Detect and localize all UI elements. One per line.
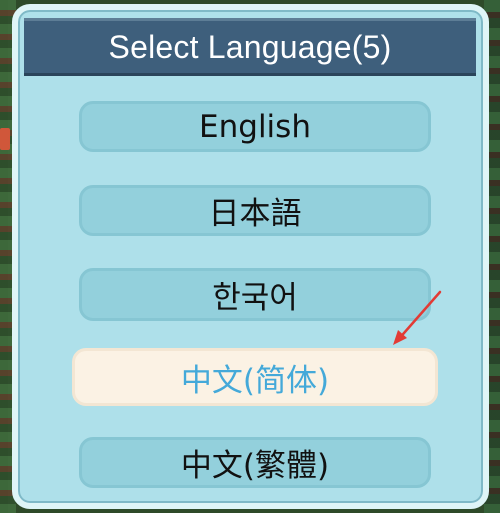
- game-scene: Select Language(5) English 日本語 한국어 中文(简体…: [0, 0, 500, 513]
- language-list: English 日本語 한국어 中文(简体) 中文(繁體): [0, 0, 500, 513]
- language-option-korean[interactable]: 한국어: [79, 268, 431, 321]
- language-option-english[interactable]: English: [79, 101, 431, 152]
- language-option-japanese[interactable]: 日本語: [79, 185, 431, 236]
- language-option-traditional-chinese[interactable]: 中文(繁體): [79, 437, 431, 488]
- language-option-simplified-chinese[interactable]: 中文(简体): [72, 348, 438, 406]
